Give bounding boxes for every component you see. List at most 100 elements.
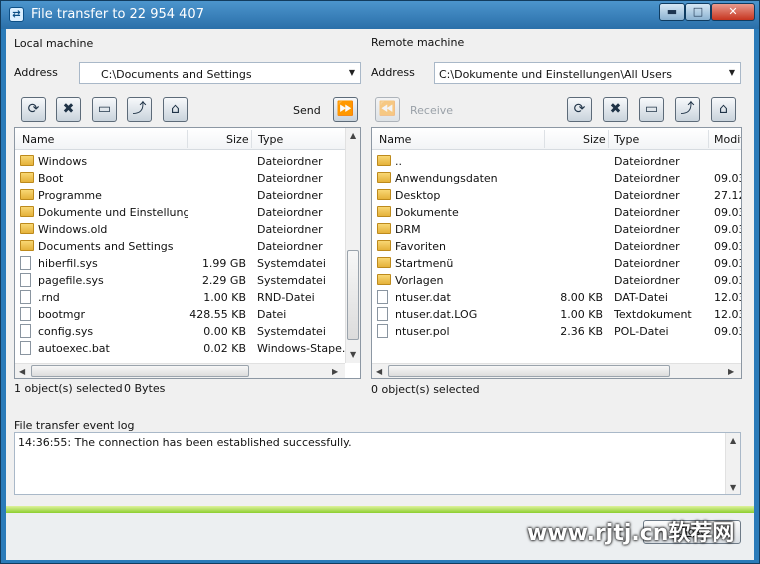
file-row[interactable]: bootmgr 428.55 KB Datei [15,306,360,323]
local-list-header: Name Size Type [15,128,345,150]
local-home-button[interactable]: ⌂ [163,97,188,122]
cell-name: bootmgr [38,308,85,321]
remote-hscroll-thumb[interactable] [388,365,670,377]
file-row[interactable]: Desktop Dateiordner 27.12 [372,187,741,204]
system-file-icon [20,256,31,270]
minimize-button[interactable]: ▬ [659,3,685,21]
scroll-up-icon[interactable]: ▲ [730,436,736,445]
send-button[interactable]: ⏩ [333,97,358,122]
cell-type: Dateiordner [614,206,680,219]
cell-type: Dateiordner [257,240,323,253]
scroll-down-icon[interactable]: ▼ [730,483,736,492]
file-row[interactable]: .rnd 1.00 KB RND-Datei [15,289,360,306]
local-file-list[interactable]: Name Size Type Windows Dateiordner Boot Dat… [14,127,361,379]
cell-type: Datei [257,308,287,321]
local-col-type[interactable]: Type [258,133,283,146]
file-row[interactable]: Dokumente und Einstellungen Dateiordner [15,204,360,221]
scroll-right-icon[interactable]: ▶ [728,367,734,376]
scroll-left-icon[interactable]: ◀ [376,367,382,376]
file-row[interactable]: ntuser.dat 8.00 KB DAT-Datei 12.03 [372,289,741,306]
file-transfer-window: ⇄ File transfer to 22 954 407 ▬ □ ✕ Loca… [0,0,760,564]
file-row[interactable]: hiberfil.sys 1.99 GB Systemdatei [15,255,360,272]
remote-col-modified[interactable]: Modif [714,133,741,146]
title-bar[interactable]: ⇄ File transfer to 22 954 407 ▬ □ ✕ [1,1,759,29]
cell-type: RND-Datei [257,291,315,304]
cell-type: Windows-Stape... [257,342,345,355]
file-row[interactable]: config.sys 0.00 KB Systemdatei [15,323,360,340]
file-row[interactable]: Startmenü Dateiordner 09.03 [372,255,741,272]
file-row[interactable]: Windows.old Dateiordner [15,221,360,238]
system-file-icon [20,273,31,287]
receive-button[interactable]: ⏪ [375,97,400,122]
local-vertical-scrollbar[interactable]: ▲ ▼ [345,128,360,363]
local-horizontal-scrollbar[interactable]: ◀ ▶ [15,363,345,378]
cell-name: Documents and Settings [38,240,174,253]
remote-new-folder-button[interactable]: ▭ [639,97,664,122]
file-row[interactable]: pagefile.sys 2.29 GB Systemdatei [15,272,360,289]
file-row[interactable]: autoexec.bat 0.02 KB Windows-Stape... [15,340,360,357]
local-col-size[interactable]: Size [226,133,249,146]
log-vertical-scrollbar[interactable]: ▲ ▼ [725,433,740,494]
cell-modified: 09.03 [714,172,741,185]
local-new-folder-button[interactable]: ▭ [92,97,117,122]
scroll-right-icon[interactable]: ▶ [332,367,338,376]
file-row[interactable]: .. Dateiordner [372,153,741,170]
refresh-icon: ⟳ [573,101,586,117]
file-row[interactable]: Documents and Settings Dateiordner [15,238,360,255]
event-log-line: 14:36:55: The connection has been establ… [18,436,352,449]
local-address-combo[interactable]: C:\Documents and Settings ▼ [79,62,361,84]
file-row[interactable]: Anwendungsdaten Dateiordner 09.03 [372,170,741,187]
cell-size: 8.00 KB [560,291,603,304]
cell-modified: 09.03 [714,274,741,287]
scroll-left-icon[interactable]: ◀ [19,367,25,376]
remote-col-type[interactable]: Type [614,133,639,146]
file-row[interactable]: Dokumente Dateiordner 09.03 [372,204,741,221]
home-icon: ⌂ [171,101,180,117]
remote-home-button[interactable]: ⌂ [711,97,736,122]
event-log-box[interactable]: 14:36:55: The connection has been establ… [14,432,741,495]
remote-col-name[interactable]: Name [379,133,411,146]
folder-icon [377,223,391,234]
remote-horizontal-scrollbar[interactable]: ◀ ▶ [372,363,741,378]
file-row[interactable]: Favoriten Dateiordner 09.03 [372,238,741,255]
remote-col-size[interactable]: Size [583,133,606,146]
new-folder-icon: ▭ [644,101,659,117]
remote-file-list[interactable]: Name Size Type Modif .. Dateiordner Anwend… [371,127,742,379]
chevron-down-icon[interactable]: ▼ [349,68,355,77]
file-row[interactable]: Vorlagen Dateiordner 09.03 [372,272,741,289]
remote-address-combo[interactable]: C:\Dokumente und Einstellungen\All Users… [434,62,741,84]
batch-file-icon [20,341,31,355]
cell-name: Programme [38,189,102,202]
maximize-button[interactable]: □ [685,3,711,21]
file-row[interactable]: DRM Dateiordner 09.03 [372,221,741,238]
remote-delete-button[interactable]: ✖ [603,97,628,122]
local-parent-folder-button[interactable]: ⤴ [127,97,152,122]
local-hscroll-thumb[interactable] [31,365,249,377]
local-vscroll-thumb[interactable] [347,250,359,340]
local-col-name[interactable]: Name [22,133,54,146]
teamviewer-app-icon: ⇄ [9,7,24,22]
cell-name: hiberfil.sys [38,257,98,270]
folder-icon [20,155,34,166]
local-delete-button[interactable]: ✖ [56,97,81,122]
local-refresh-button[interactable]: ⟳ [21,97,46,122]
file-row[interactable]: Boot Dateiordner [15,170,360,187]
file-row[interactable]: ntuser.pol 2.36 KB POL-Datei 09.03 [372,323,741,340]
remote-refresh-button[interactable]: ⟳ [567,97,592,122]
scroll-down-icon[interactable]: ▼ [350,350,356,359]
window-close-button[interactable]: ✕ [711,3,755,21]
scroll-up-icon[interactable]: ▲ [350,131,356,140]
file-row[interactable]: ntuser.dat.LOG 1.00 KB Textdokument 12.03 [372,306,741,323]
folder-icon [377,172,391,183]
cell-type: Dateiordner [257,189,323,202]
file-row[interactable]: Programme Dateiordner [15,187,360,204]
file-row[interactable]: Windows Dateiordner [15,153,360,170]
local-status-selected: 1 object(s) selected [14,382,123,395]
cell-modified: 12.03 [714,291,741,304]
remote-parent-folder-button[interactable]: ⤴ [675,97,700,122]
cell-name: DRM [395,223,421,236]
folder-icon [20,172,34,183]
send-label[interactable]: Send [293,104,321,117]
chevron-down-icon[interactable]: ▼ [729,68,735,77]
receive-label[interactable]: Receive [410,104,453,117]
